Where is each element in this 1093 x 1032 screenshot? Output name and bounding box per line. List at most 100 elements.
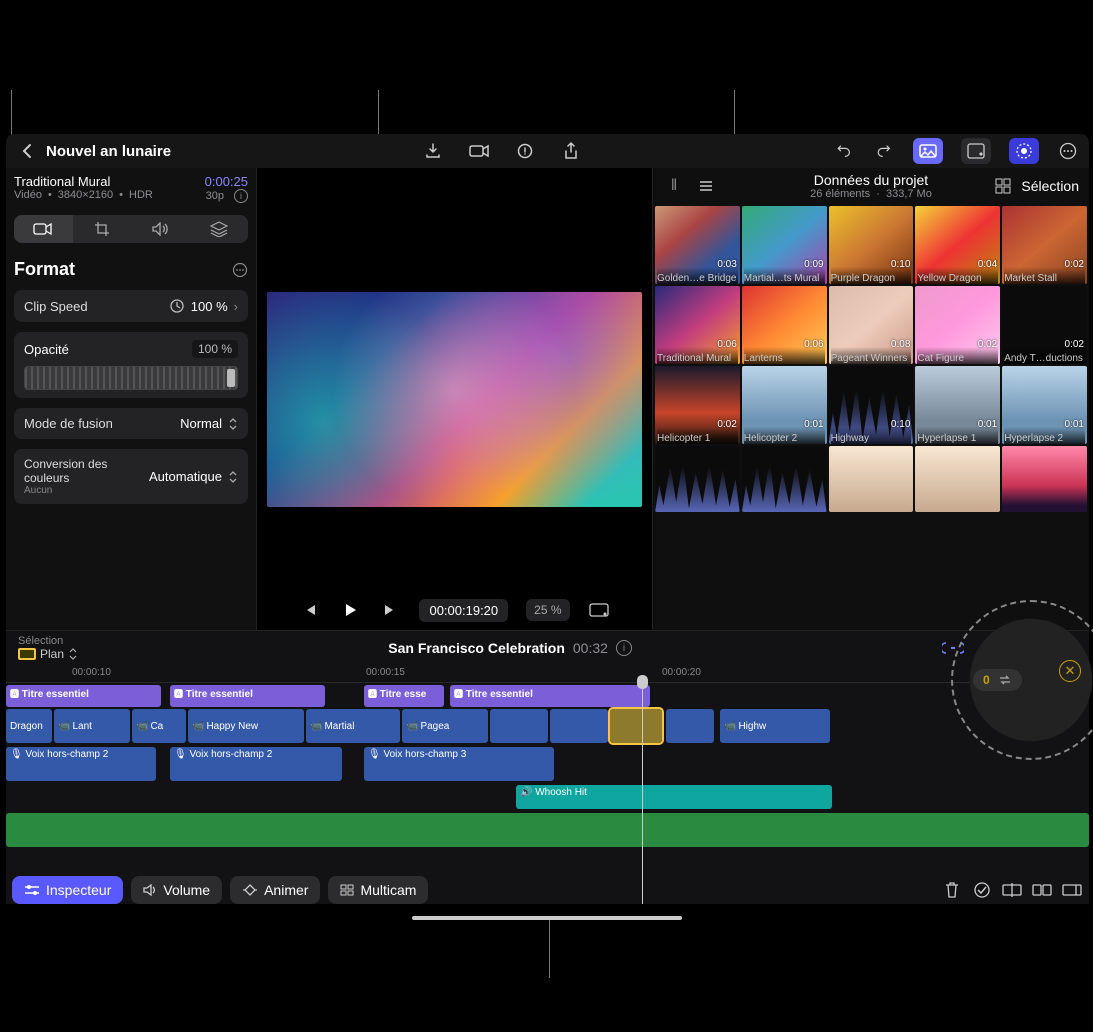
more-icon[interactable] [1057, 140, 1079, 162]
camera-icon[interactable] [468, 140, 490, 162]
video-clip[interactable] [666, 709, 714, 743]
color-label: Conversion des couleurs [24, 457, 149, 485]
video-clip[interactable]: 📹 Happy New [188, 709, 304, 743]
browser-clip[interactable] [655, 446, 740, 512]
home-indicator [412, 916, 682, 920]
row-opacity[interactable]: Opacité 100 % [14, 332, 248, 398]
video-clip[interactable]: 📹 Lant [54, 709, 130, 743]
browser-clip[interactable]: 0:01Hyperlapse 2 [1002, 366, 1087, 444]
viewer-zoom[interactable]: 25 % [526, 599, 569, 621]
row-clip-speed[interactable]: Clip Speed 100 % › [14, 290, 248, 322]
tl-project-name: San Francisco Celebration [388, 640, 565, 656]
tab-video[interactable] [14, 215, 73, 243]
trim-start-button[interactable] [1031, 879, 1053, 901]
display-options-icon[interactable] [588, 599, 610, 621]
animate-tool[interactable]: Animer [230, 876, 320, 904]
title-clip[interactable]: 🅰 Titre essentiel [170, 685, 325, 707]
prev-frame-button[interactable] [299, 599, 321, 621]
play-button[interactable] [339, 599, 361, 621]
browser-clip[interactable]: 0:08Pageant Winners [829, 286, 914, 364]
browser-clip[interactable]: 0:02Andy T…ductions [1002, 286, 1087, 364]
video-clip-selected[interactable] [610, 709, 662, 743]
voice-clip[interactable]: 🎙 Voix hors-champ 3 [364, 747, 554, 781]
browser-clip[interactable] [915, 446, 1000, 512]
clip-name: Hyperlapse 1 [917, 427, 998, 444]
browser-clip[interactable]: 0:09Martial…ts Mural [742, 206, 827, 284]
browser-clip[interactable]: 0:03Golden…e Bridge [655, 206, 740, 284]
timeline-ruler[interactable]: 00:00:10 00:00:15 00:00:20 [6, 665, 1089, 683]
voice-clip[interactable]: 🎙 Voix hors-champ 2 [170, 747, 342, 781]
video-clip[interactable] [550, 709, 608, 743]
meta-dims: 3840×2160 [58, 189, 113, 201]
tab-crop[interactable] [73, 215, 132, 243]
clip-name: Pageant Winners [831, 347, 912, 364]
photos-library-button[interactable] [913, 138, 943, 164]
blend-value: Normal [180, 416, 222, 431]
browser-clip[interactable] [742, 446, 827, 512]
share-icon[interactable] [560, 140, 582, 162]
voice-track: 🎙 Voix hors-champ 2 🎙 Voix hors-champ 2 … [6, 747, 1089, 783]
browser-clip[interactable]: 0:10Purple Dragon [829, 206, 914, 284]
keyframe-icon [242, 884, 258, 896]
browser-clip[interactable]: 0:06Lanterns [742, 286, 827, 364]
back-button[interactable] [16, 140, 38, 162]
sfx-track: 🔊 Whoosh Hit [6, 785, 1089, 811]
enable-button[interactable] [971, 879, 993, 901]
browser-clip[interactable]: 0:10Highway [829, 366, 914, 444]
delete-button[interactable] [941, 879, 963, 901]
split-button[interactable] [1001, 879, 1023, 901]
title-clip[interactable]: 🅰 Titre esse [364, 685, 444, 707]
tl-plan-selector[interactable]: Plan [18, 647, 78, 661]
undo-icon[interactable] [833, 140, 855, 162]
browser-clip[interactable]: 0:01Hyperlapse 1 [915, 366, 1000, 444]
viewer-canvas[interactable] [267, 292, 642, 507]
browser-clip[interactable]: 0:02Market Stall [1002, 206, 1087, 284]
next-frame-button[interactable] [379, 599, 401, 621]
titles-button[interactable] [961, 138, 991, 164]
inspector-toggle[interactable]: Inspecteur [12, 876, 123, 904]
import-icon[interactable] [422, 140, 444, 162]
effects-button[interactable] [1009, 138, 1039, 164]
blend-label: Mode de fusion [24, 416, 113, 431]
volume-tool[interactable]: Volume [131, 876, 222, 904]
tl-project-duration: 00:32 [573, 640, 608, 656]
video-clip[interactable]: Dragon [6, 709, 52, 743]
opacity-slider[interactable] [24, 366, 238, 390]
browser-clip[interactable] [1002, 446, 1087, 512]
video-clip[interactable]: 📹 Martial [306, 709, 400, 743]
info-icon[interactable]: i [616, 640, 632, 656]
jog-close-button[interactable]: ✕ [1059, 660, 1081, 682]
section-more-icon[interactable] [232, 262, 248, 278]
video-clip[interactable]: 📹 Highw [720, 709, 830, 743]
video-track: Dragon 📹 Lant 📹 Ca 📹 Happy New 📹 Martial… [6, 709, 1089, 745]
voice-clip[interactable]: 🎙 Voix hors-champ 2 [6, 747, 156, 781]
multicam-tool[interactable]: Multicam [328, 876, 428, 904]
browser-clip[interactable]: 0:06Traditional Mural [655, 286, 740, 364]
audio-clip[interactable]: 🔊 Whoosh Hit [516, 785, 832, 809]
video-clip[interactable] [490, 709, 548, 743]
music-clip[interactable] [6, 813, 1089, 847]
browser-clip[interactable] [829, 446, 914, 512]
tab-layers[interactable] [190, 215, 249, 243]
tab-audio[interactable] [131, 215, 190, 243]
row-color-conversion[interactable]: Conversion des couleurs Aucun Automatiqu… [14, 449, 248, 504]
filmstrip-toggle-icon[interactable]: ‖ [663, 175, 685, 197]
video-clip[interactable]: 📹 Pagea [402, 709, 488, 743]
viewer-panel: 00:00:19:20 25 % [256, 168, 653, 630]
video-clip[interactable]: 📹 Ca [132, 709, 186, 743]
browser-clip[interactable]: 0:04Yellow Dragon [915, 206, 1000, 284]
browser-clip[interactable]: 0:01Helicopter 2 [742, 366, 827, 444]
redo-icon[interactable] [873, 140, 895, 162]
browser-clip[interactable]: 0:02Helicopter 1 [655, 366, 740, 444]
viewer-timecode[interactable]: 00:00:19:20 [419, 599, 508, 622]
title-clip[interactable]: 🅰 Titre essentiel [450, 685, 650, 707]
grid-view-icon[interactable] [995, 175, 1011, 197]
voiceover-icon[interactable] [514, 140, 536, 162]
title-clip[interactable]: 🅰 Titre essentiel [6, 685, 161, 707]
trim-end-button[interactable] [1061, 879, 1083, 901]
browser-selection-label[interactable]: Sélection [1021, 178, 1079, 194]
info-icon[interactable]: i [234, 189, 248, 203]
browser-clip[interactable]: 0:02Cat Figure [915, 286, 1000, 364]
row-blend-mode[interactable]: Mode de fusion Normal [14, 408, 248, 439]
list-toggle-icon[interactable] [695, 175, 717, 197]
